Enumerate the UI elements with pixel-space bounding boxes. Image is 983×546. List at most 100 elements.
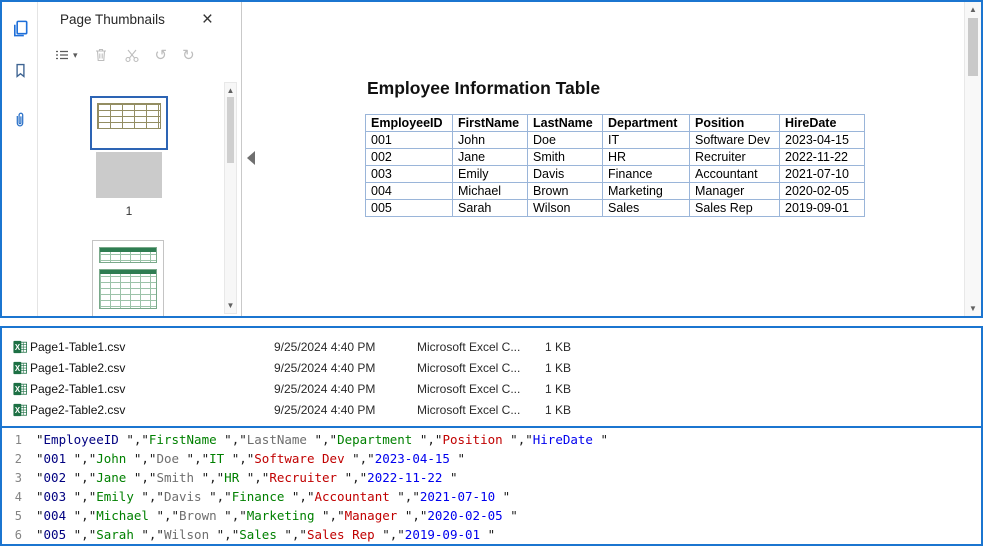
bookmark-icon: [15, 63, 25, 78]
code-text: "004 ","Michael ","Brown ","Marketing ",…: [36, 508, 518, 523]
rotate-right-icon: ↻: [182, 46, 195, 64]
file-date-modified: 9/25/2024 4:40 PM: [274, 402, 376, 417]
pdf-table-row: 001 John Doe IT Software Dev 2023-04-15: [365, 131, 865, 149]
employee-table: EmployeeID FirstName LastName Department Pos…: [365, 114, 865, 217]
page-2-thumbnail[interactable]: [92, 240, 164, 316]
code-text: "005 ","Sarah ","Wilson ","Sales ","Sale…: [36, 527, 496, 542]
line-number: 3: [14, 470, 22, 485]
page-thumbnails-tab[interactable]: [2, 10, 38, 46]
scroll-down-icon[interactable]: ▼: [225, 301, 236, 310]
code-text: "002 ","Jane ","Smith ","HR ","Recruiter…: [36, 470, 458, 485]
line-number: 2: [14, 451, 22, 466]
pdf-table-row: 004 Michael Brown Marketing Manager 2020-02-0…: [365, 182, 865, 200]
delete-pages-button[interactable]: [93, 47, 109, 63]
pdf-table-header-cell: LastName: [527, 114, 603, 132]
pdf-table-cell: Sales Rep: [689, 199, 780, 217]
pdf-table-cell: Software Dev: [689, 131, 780, 149]
file-list: X Page1-Table1.csv 9/25/2024 4:40 PM Micro…: [2, 336, 981, 420]
file-row[interactable]: X Page1-Table1.csv 9/25/2024 4:40 PM Micro…: [2, 336, 981, 357]
svg-text:X: X: [15, 342, 21, 351]
pdf-table-cell: Michael: [452, 182, 528, 200]
pdf-table-cell: 2019-09-01: [779, 199, 865, 217]
panel-header: Page Thumbnails ×: [38, 2, 241, 32]
file-row[interactable]: X Page2-Table2.csv 9/25/2024 4:40 PM Micro…: [2, 399, 981, 420]
pdf-table-cell: 2021-07-10: [779, 165, 865, 183]
extract-pages-button[interactable]: [124, 47, 140, 63]
thumbnail-toolbar: ▾ ↺ ↻: [38, 38, 241, 72]
rotate-left-button[interactable]: ↺: [155, 48, 168, 63]
pdf-table-header-cell: FirstName: [452, 114, 528, 132]
pdf-table-body: 001 John Doe IT Software Dev 2023-04-15 002 Jan…: [365, 131, 865, 217]
panel-title: Page Thumbnails: [60, 11, 165, 27]
excel-file-icon: X: [2, 361, 30, 375]
code-line[interactable]: 5 "004 ","Michael ","Brown ","Marketing "…: [6, 506, 981, 525]
page-1-thumbnail-shadow: [96, 152, 162, 198]
file-size: 1 KB: [545, 360, 572, 375]
code-text: "EmployeeID ","FirstName ","LastName ","…: [36, 432, 609, 447]
line-number: 6: [14, 527, 22, 542]
pdf-table-cell: HR: [602, 148, 690, 166]
rotate-right-button[interactable]: ↻: [182, 48, 195, 63]
pdf-table-header-cell: Department: [602, 114, 690, 132]
code-line[interactable]: 3 "002 ","Jane ","Smith ","HR ","Recruite…: [6, 468, 981, 487]
caret-down-icon: ▾: [73, 49, 78, 60]
file-row[interactable]: X Page1-Table2.csv 9/25/2024 4:40 PM Micro…: [2, 357, 981, 378]
collapse-panel-button[interactable]: [246, 150, 257, 166]
code-line[interactable]: 2 "001 ","John ","Doe ","IT ","Software D…: [6, 449, 981, 468]
file-name: Page1-Table2.csv: [30, 360, 126, 375]
pdf-table-cell: Brown: [527, 182, 603, 200]
pdf-table-cell: 003: [365, 165, 453, 183]
pdf-table-cell: 2022-11-22: [779, 148, 865, 166]
pdf-table-row: 003 Emily Davis Finance Accountant 2021-07-10: [365, 165, 865, 183]
pdf-table-cell: Wilson: [527, 199, 603, 217]
pdf-table-header-row: EmployeeID FirstName LastName Department Pos…: [365, 114, 865, 132]
page-1-thumbnail[interactable]: [90, 96, 168, 150]
code-text: "001 ","John ","Doe ","IT ","Software De…: [36, 451, 466, 466]
scrollbar-thumb[interactable]: [227, 97, 234, 163]
file-type: Microsoft Excel C...: [417, 360, 521, 375]
pdf-table-cell: Marketing: [602, 182, 690, 200]
options-icon: [56, 50, 68, 60]
pdf-table-cell: Finance: [602, 165, 690, 183]
bookmarks-tab[interactable]: [2, 52, 38, 88]
pdf-table-row: 005 Sarah Wilson Sales Sales Rep 2019-09-01: [365, 199, 865, 217]
pdf-table-cell: Emily: [452, 165, 528, 183]
pdf-table-cell: Manager: [689, 182, 780, 200]
close-icon[interactable]: ×: [202, 10, 213, 29]
pdf-table-cell: Recruiter: [689, 148, 780, 166]
main-vertical-scrollbar[interactable]: ▲ ▼: [964, 2, 981, 316]
thumbnail-table-preview: [97, 103, 161, 129]
pdf-table-cell: IT: [602, 131, 690, 149]
pdf-table-cell: Sarah: [452, 199, 528, 217]
pages-icon: [13, 20, 27, 36]
svg-text:X: X: [15, 363, 21, 372]
scrollbar-thumb[interactable]: [968, 18, 978, 76]
code-line[interactable]: 4 "003 ","Emily ","Davis ","Finance ","Ac…: [6, 487, 981, 506]
file-date-modified: 9/25/2024 4:40 PM: [274, 360, 376, 375]
thumbnail-options-button[interactable]: ▾: [54, 47, 78, 63]
svg-text:X: X: [15, 405, 21, 414]
document-title: Employee Information Table: [367, 78, 601, 98]
file-name: Page2-Table2.csv: [30, 402, 126, 417]
pdf-table-cell: Jane: [452, 148, 528, 166]
line-number: 4: [14, 489, 22, 504]
svg-text:X: X: [15, 384, 21, 393]
scroll-up-icon[interactable]: ▲: [965, 5, 981, 14]
file-date-modified: 9/25/2024 4:40 PM: [274, 381, 376, 396]
scroll-up-icon[interactable]: ▲: [225, 86, 236, 95]
pdf-table-cell: Smith: [527, 148, 603, 166]
code-line[interactable]: 1 "EmployeeID ","FirstName ","LastName ",…: [6, 430, 981, 449]
pdf-table-header-cell: Position: [689, 114, 780, 132]
attachments-tab[interactable]: [2, 102, 38, 138]
scroll-down-icon[interactable]: ▼: [965, 304, 981, 313]
code-line[interactable]: 6 "005 ","Sarah ","Wilson ","Sales ","Sal…: [6, 525, 981, 544]
file-type: Microsoft Excel C...: [417, 402, 521, 417]
pdf-table-cell: 001: [365, 131, 453, 149]
code-text: "003 ","Emily ","Davis ","Finance ","Acc…: [36, 489, 511, 504]
pdf-table-cell: 2023-04-15: [779, 131, 865, 149]
file-row[interactable]: X Page2-Table1.csv 9/25/2024 4:40 PM Micro…: [2, 378, 981, 399]
thumbnail-list: 1 ▲ ▼: [38, 74, 241, 316]
thumbnail-table-preview: [99, 247, 157, 263]
file-name: Page1-Table1.csv: [30, 339, 126, 354]
thumbnail-scrollbar[interactable]: ▲ ▼: [224, 82, 237, 314]
